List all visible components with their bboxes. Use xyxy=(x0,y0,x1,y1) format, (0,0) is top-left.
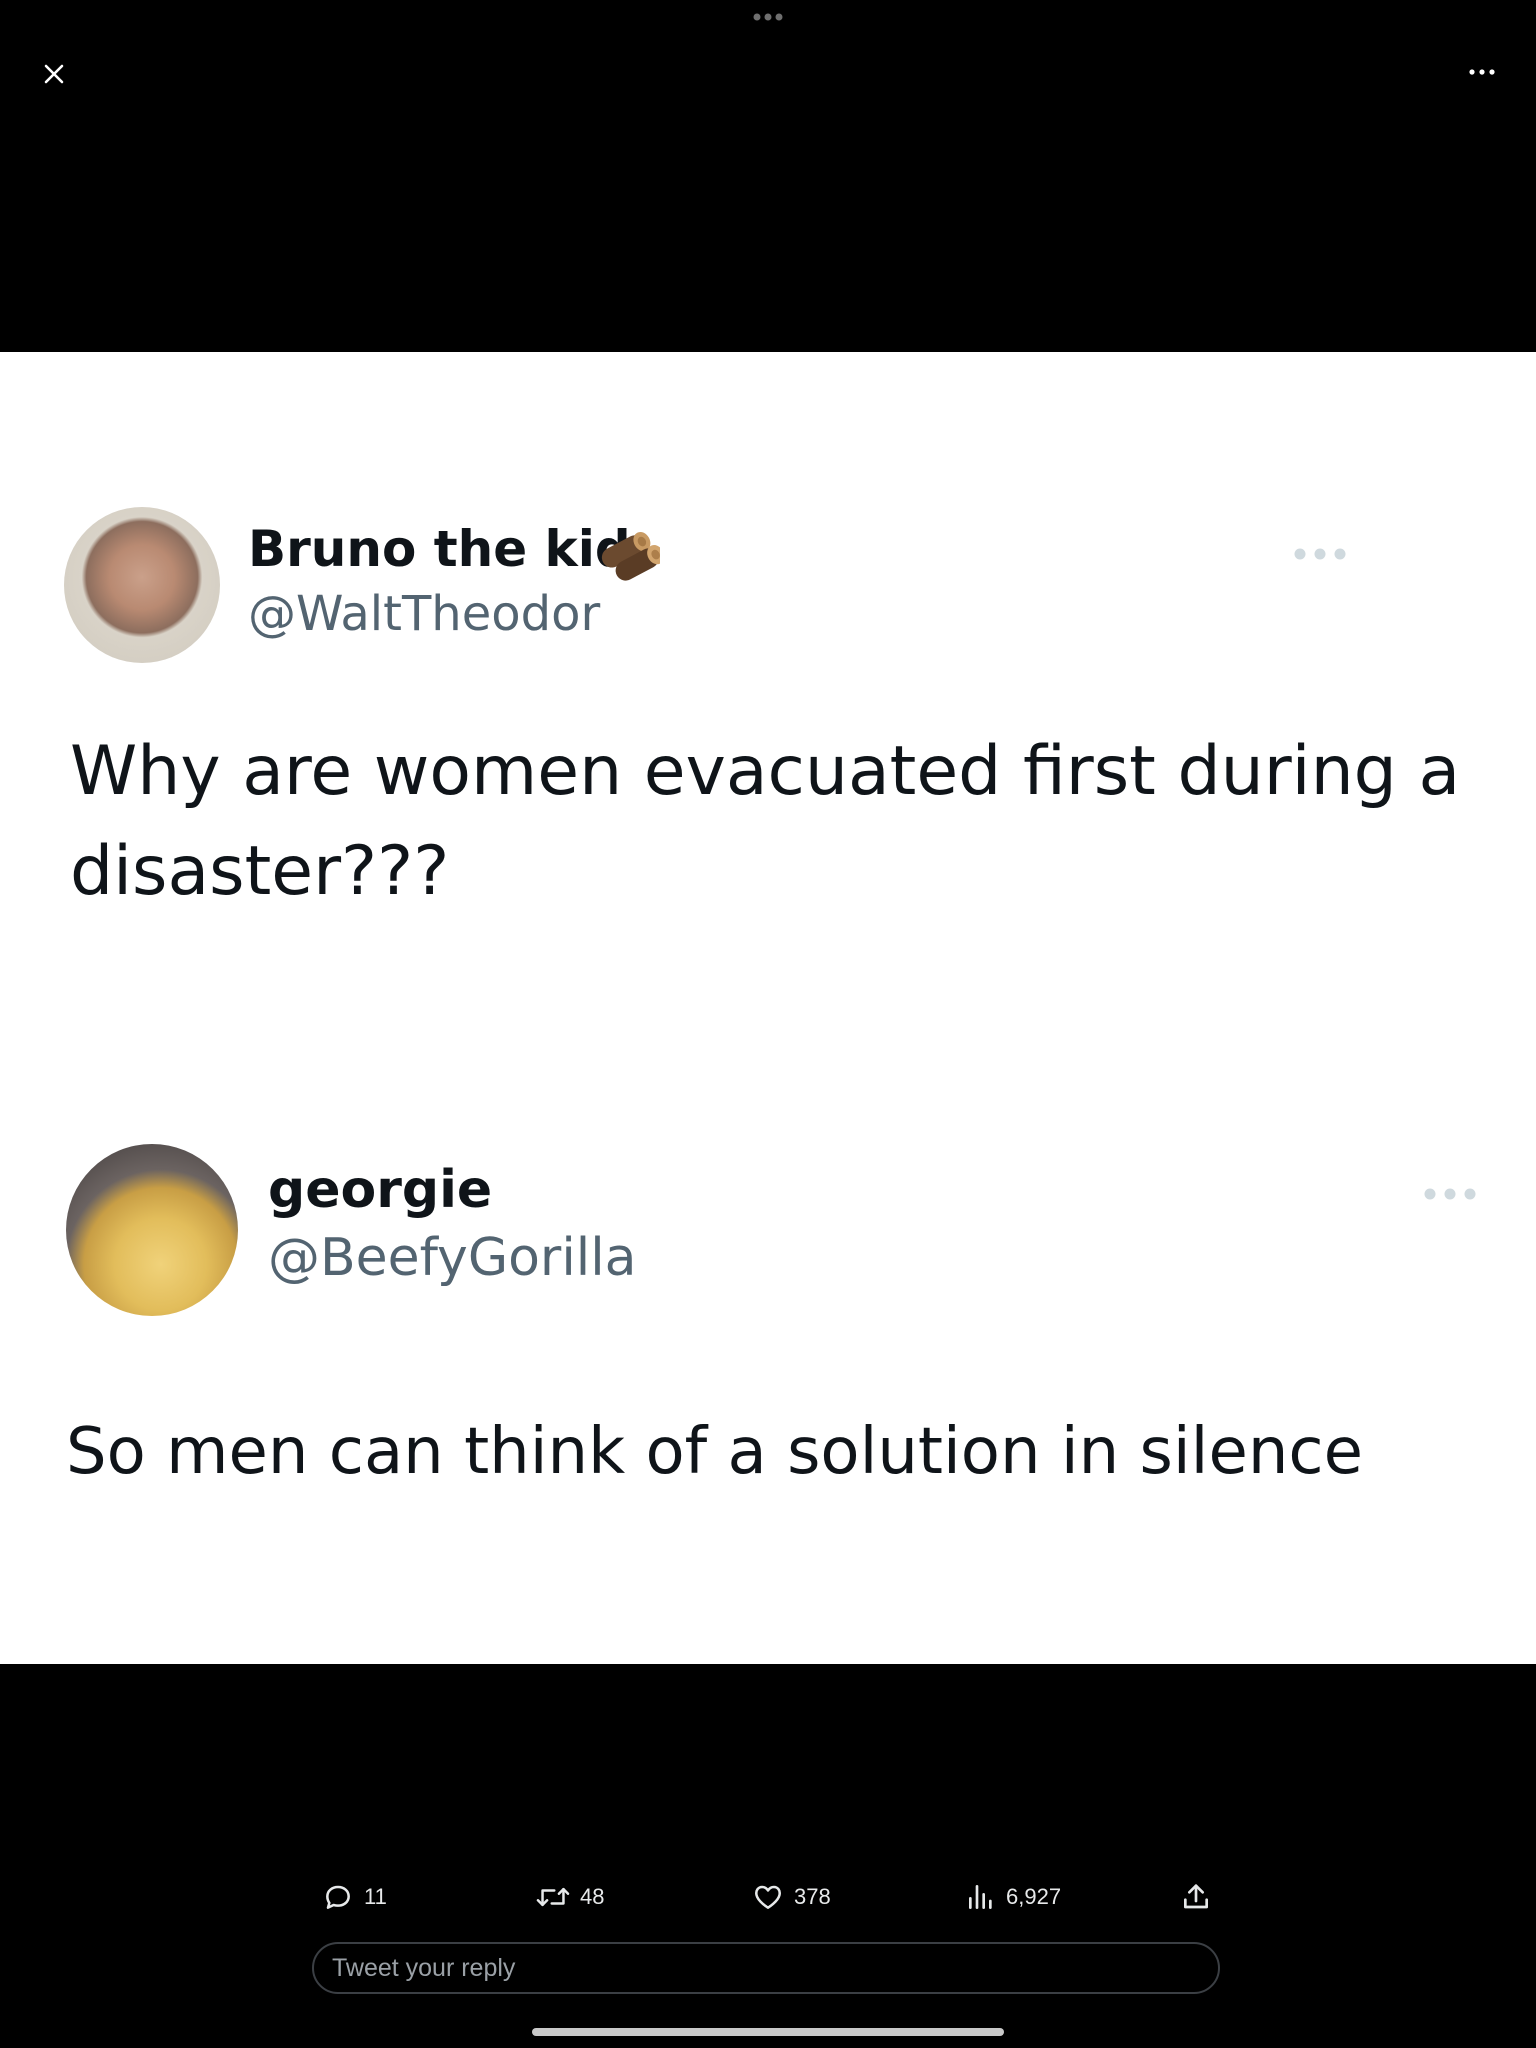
views-button[interactable]: 6,927 xyxy=(966,1872,1061,1922)
close-icon[interactable] xyxy=(36,56,72,92)
more-horizontal-icon[interactable] xyxy=(1466,62,1498,82)
share-icon xyxy=(1184,1884,1208,1909)
user-handle: @BeefyGorilla xyxy=(268,1228,637,1288)
user-handle: @WaltTheodor xyxy=(248,586,601,642)
tweet-text: Why are women evacuated first during a d… xyxy=(70,722,1460,922)
reply-input[interactable]: Tweet your reply xyxy=(312,1942,1220,1994)
avatar xyxy=(64,507,220,663)
reply-icon xyxy=(326,1885,350,1909)
share-button[interactable] xyxy=(1180,1872,1212,1922)
more-horizontal-icon xyxy=(1424,1188,1476,1200)
like-count: 378 xyxy=(794,1884,831,1909)
reply-count: 11 xyxy=(364,1884,387,1909)
like-button[interactable]: 378 xyxy=(752,1872,831,1922)
more-horizontal-icon xyxy=(1294,548,1346,560)
avatar xyxy=(66,1144,238,1316)
tweet-text-line: So men can think of a solution in silenc… xyxy=(66,1415,1363,1489)
wood-logs-emoji-icon xyxy=(601,531,660,581)
tweet-text-line: Why are women evacuated first during a xyxy=(70,732,1461,811)
retweet-count: 48 xyxy=(580,1884,605,1909)
media-viewer: Bruno the kid @WaltTheodor Why are women xyxy=(0,0,1536,2048)
more-horizontal-icon[interactable] xyxy=(752,12,784,22)
tweet-screenshot-image[interactable]: Bruno the kid @WaltTheodor Why are women xyxy=(0,352,1536,1664)
display-name: georgie xyxy=(268,1160,493,1220)
tweet-text-line: disaster??? xyxy=(70,832,450,911)
views-count: 6,927 xyxy=(1006,1884,1062,1909)
retweet-icon xyxy=(536,1887,570,1907)
action-bar: 11 48 378 6,927 xyxy=(0,1872,1536,1922)
views-chart-icon xyxy=(969,1885,992,1909)
heart-icon xyxy=(755,1885,781,1909)
reply-button[interactable]: 11 xyxy=(322,1872,387,1922)
tweet-text: So men can think of a solution in silenc… xyxy=(66,1410,1363,1494)
retweet-button[interactable]: 48 xyxy=(536,1872,604,1922)
home-indicator[interactable] xyxy=(532,2028,1004,2036)
reply-input-placeholder: Tweet your reply xyxy=(332,1954,516,1982)
display-name: Bruno the kid xyxy=(248,520,631,578)
